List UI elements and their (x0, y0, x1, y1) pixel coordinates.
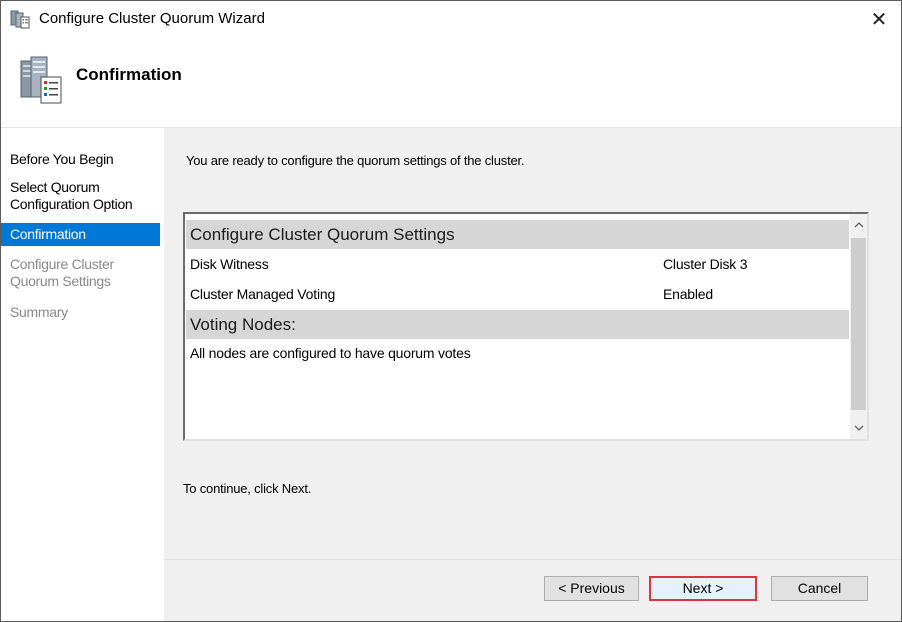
page-title: Confirmation (76, 65, 182, 84)
setting-value: Cluster Disk 3 (663, 256, 748, 272)
previous-button[interactable]: < Previous (544, 576, 639, 601)
nav-step-confirmation[interactable]: Confirmation (1, 223, 160, 246)
footer-divider (164, 559, 901, 560)
nav-step-configure-quorum-settings: Configure Cluster Quorum Settings (10, 256, 114, 289)
setting-key: Disk Witness (190, 256, 269, 272)
section-header-quorum-settings: Configure Cluster Quorum Settings (186, 220, 849, 249)
wizard-header: Confirmation (1, 37, 901, 128)
scrollbar-thumb[interactable] (851, 238, 866, 410)
listbox-content: Configure Cluster Quorum Settings Disk W… (186, 215, 849, 438)
setting-value: Enabled (663, 286, 713, 302)
scroll-down-arrow-icon[interactable] (850, 420, 867, 437)
nav-step-summary: Summary (10, 304, 68, 320)
setting-key: Cluster Managed Voting (190, 286, 336, 302)
nav-step-before-you-begin[interactable]: Before You Begin (1, 151, 160, 168)
vertical-scrollbar[interactable] (850, 214, 867, 439)
cancel-button[interactable]: Cancel (771, 576, 868, 601)
voting-nodes-note: All nodes are configured to have quorum … (186, 338, 849, 368)
voting-nodes-text: All nodes are configured to have quorum … (190, 345, 471, 361)
cluster-quorum-icon (20, 56, 62, 104)
wizard-window: Configure Cluster Quorum Wizard ✕ Confir… (0, 0, 902, 622)
section-header-voting-nodes: Voting Nodes: (186, 310, 849, 339)
wizard-content: You are ready to configure the quorum se… (164, 128, 901, 621)
title-bar: Configure Cluster Quorum Wizard ✕ (1, 1, 901, 37)
scroll-up-arrow-icon[interactable] (850, 216, 867, 233)
wizard-steps-nav: Before You Begin Select Quorum Configura… (1, 128, 163, 621)
window-title: Configure Cluster Quorum Wizard (39, 10, 265, 27)
nav-step-select-quorum-option[interactable]: Select Quorum Configuration Option (1, 179, 160, 213)
setting-row-disk-witness: Disk Witness Cluster Disk 3 (186, 249, 849, 279)
close-icon: ✕ (870, 8, 888, 31)
cluster-app-icon (10, 10, 30, 29)
continue-instruction: To continue, click Next. (183, 481, 312, 496)
intro-text: You are ready to configure the quorum se… (186, 153, 525, 168)
close-button[interactable]: ✕ (857, 1, 901, 37)
confirmation-listbox[interactable]: Configure Cluster Quorum Settings Disk W… (183, 212, 869, 441)
next-button[interactable]: Next > (649, 576, 757, 601)
setting-row-managed-voting: Cluster Managed Voting Enabled (186, 279, 849, 309)
